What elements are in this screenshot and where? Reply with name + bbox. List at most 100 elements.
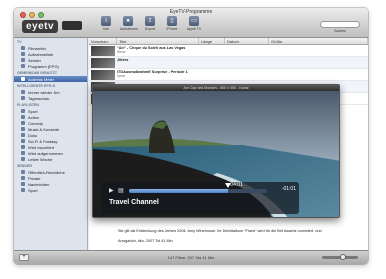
play-icon[interactable]: ▶ [109,187,114,194]
record-button[interactable]: ● Aufnahmen [120,16,138,31]
export-icon: ⇪ [145,16,155,26]
table-lower-rows: Sie gilt als Entdeckung des Jahres 2004:… [89,226,368,246]
channel-group-icon [21,170,25,174]
playlist-icon [21,127,25,131]
video-player-window: Am Cap des Mondes - 800 x 450 - Kanal ▶ … [92,84,340,218]
progress-bar[interactable] [129,189,267,193]
statusbar: + 147 Filme, 207 Std 41 Min [14,250,368,264]
sidebar-item-label: Tagesschau [28,95,50,101]
thumbnail [91,58,115,68]
eyetv-logo: eyetv [22,20,59,33]
sidebar: TV Filmarchiv Aufnahmeliste Sender Progr… [14,38,88,250]
appletv-icon: ▭ [189,16,199,26]
iphone-button-label: iPhone [166,27,178,31]
playback-controls: ▶ ▤ 04:01 -01:01 Travel Channel [101,182,299,214]
thumbnail [91,46,115,56]
smart-list-icon [21,96,25,100]
info-button[interactable]: i Info [98,16,114,31]
sidebar-item-label: Immer wieder Jim [28,89,60,95]
channel-name: Travel Channel [109,199,159,206]
sidebar-item-label: Sci-Fi & Fantasy [28,138,58,144]
sidebar-header-shared: Gemeinsam genutzt [17,71,58,75]
status-text: 147 Filme, 207 Std 41 Min [167,255,215,260]
sidebar-item-label: Wird aufgenommen [28,150,63,156]
current-time: 04:01 [230,182,243,188]
window-title: EyeTV-Programme [169,9,213,15]
shared-icon [21,77,25,81]
table-row[interactable]: Jitters [89,57,368,69]
playlist-icon [21,151,25,155]
table-row[interactable]: "Air" - Cirque du Soleil aus Las Vegas Sh… [89,45,368,57]
row-subtitle: Show [117,50,126,54]
sidebar-item-label: Private [28,175,41,181]
sidebar-item-label: Sport [28,108,38,114]
sidebar-item-label: Nachrichten [28,181,50,187]
sidebar-item-label: Sport [28,187,38,193]
record-button-label: Aufnahmen [120,27,138,31]
sidebar-item-label: Wird exportiert [28,144,55,150]
channel-group-icon [21,176,25,180]
channel-icon [21,58,25,62]
sidebar-header-tv: TV [17,40,22,44]
column-length[interactable]: Länge [199,38,225,44]
column-title[interactable]: Titel [117,38,199,44]
appletv-button[interactable]: ▭ Apple TV [186,16,202,31]
export-button-label: Export [144,27,156,31]
row-subtitle: Sport [117,74,126,78]
sidebar-item-label: Öffentlich-Rechtliche [28,169,65,175]
guide-icon [21,64,25,68]
sidebar-item-label: Andreas Meier [28,76,55,82]
iphone-icon: ▯ [167,16,177,26]
row-title: "Air" - Cirque du Soleil aus Las Vegas [117,46,186,50]
sidebar-item-label: Sender [28,57,41,63]
schedule-icon [21,52,25,56]
table-row-description[interactable]: Arrogadoh, tiko, 2007 Tol 41 Min [89,236,368,246]
record-icon: ● [123,16,133,26]
sidebar-item-label: Filmarchiv [28,45,47,51]
appletv-button-label: Apple TV [186,27,202,31]
sidebar-item-label: Aufnahmeliste [28,51,54,57]
progress-fill [129,189,229,193]
table-row[interactable]: ITDAusmaßnahmE Surprise - Periode 1 Sport [89,69,368,81]
sidebar-item-label: Programm (EPG) [28,63,59,69]
sidebar-item-label: Action [28,114,40,120]
iphone-button[interactable]: ▯ iPhone [164,16,180,31]
film-icon [21,46,25,50]
remote-icon[interactable] [62,21,82,30]
channel-group-icon [21,188,25,192]
remaining-time: -01:01 [281,186,296,192]
menu-icon[interactable]: ▤ [118,187,124,194]
sidebar-header-smart-epg: Intelligente EPG-s [17,84,56,88]
playlist-icon [21,109,25,113]
info-icon: i [101,16,111,26]
playlist-icon [21,133,25,137]
channel-group-icon [21,182,25,186]
zoom-slider-knob[interactable] [340,254,346,260]
column-date[interactable]: Datum [225,38,269,44]
sidebar-item-label: Musik & Konzerte [28,126,60,132]
table-row-description[interactable]: Sie gilt als Entdeckung des Jahres 2004:… [89,226,368,236]
row-title: ITDAusmaßnahmE Surprise - Periode 1 [117,70,188,74]
playlist-icon [21,157,25,161]
playlist-icon [21,139,25,143]
export-button[interactable]: ⇪ Export [142,16,158,31]
table-header: Vorschau Titel Länge Datum Größe [89,38,368,45]
search-label: Suchen [334,29,346,33]
column-size[interactable]: Größe [269,38,368,44]
smart-list-icon [21,90,25,94]
thumbnail [91,70,115,80]
column-preview[interactable]: Vorschau [89,38,117,44]
sidebar-item-sport-channels[interactable]: Sport [14,187,87,193]
titlebar: EyeTV-Programme eyetv i Info ● Aufnahmen… [14,8,368,38]
sidebar-header-sender: Sender [17,164,32,168]
playlist-icon [21,145,25,149]
sidebar-item-label: Doku [28,132,38,138]
info-button-label: Info [103,27,109,31]
sidebar-item-label: Letzte Woche [28,156,53,162]
sidebar-item-label: Comedy [28,120,43,126]
search-input[interactable] [320,21,360,28]
playlist-icon [21,115,25,119]
toolbar: i Info ● Aufnahmen ⇪ Export ▯ iPhone ▭ A… [98,16,202,31]
sidebar-header-playlists: Playlisten [17,103,40,107]
playlist-icon [21,121,25,125]
